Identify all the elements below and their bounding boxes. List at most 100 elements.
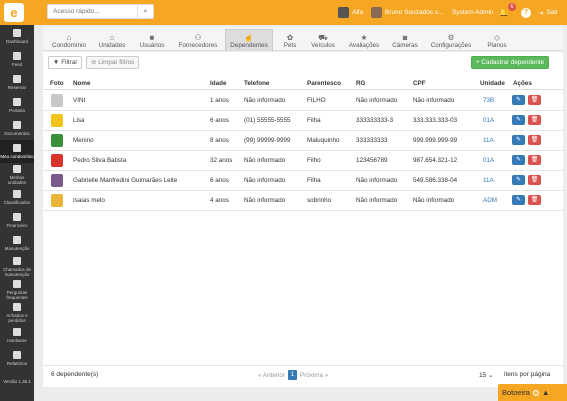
- tab-icon: ☝: [244, 33, 254, 42]
- edit-icon[interactable]: ✎: [512, 135, 525, 145]
- tab-5[interactable]: ✿ Pets: [279, 29, 301, 51]
- cell-nome: VINI: [73, 97, 86, 104]
- sidebar-item-label: Relatórios: [6, 361, 28, 366]
- tab-label: Avaliações: [348, 42, 380, 49]
- dependent-photo: [51, 174, 63, 187]
- cell-telefone: (99) 99999-9999: [244, 137, 291, 144]
- sidebar-item-label: Hardware: [7, 338, 27, 343]
- sidebar-item-15[interactable]: Versão 1.36.1: [0, 370, 34, 393]
- sidebar-item-7[interactable]: Classificados: [0, 186, 34, 209]
- sidebar-item-label: Dashboard: [5, 39, 28, 44]
- dependent-photo: [51, 94, 63, 107]
- next-page-button[interactable]: Próxima »: [300, 372, 328, 379]
- cell-rg: Não informado: [356, 177, 398, 184]
- tab-2[interactable]: ☻ Usuários: [135, 29, 169, 51]
- sidebar-item-9[interactable]: Manutenção: [0, 232, 34, 255]
- tab-9[interactable]: ⚙ Configurações: [428, 29, 474, 51]
- tab-icon: ⛟: [318, 33, 328, 42]
- sidebar-item-6[interactable]: Minhas unidades: [0, 163, 34, 186]
- tab-8[interactable]: ◙ Câmeras: [389, 29, 421, 51]
- clear-filters-button[interactable]: ⊘ Limpar filtros: [86, 56, 140, 69]
- table-header: Foto Nome Idade Telefone Parentesco RG CPF Unid…: [43, 77, 563, 90]
- sidebar-item-12[interactable]: Achados e perdidos: [0, 301, 34, 324]
- tab-icon: ⌂: [109, 33, 115, 42]
- sidebar-item-5[interactable]: Meu condomínio: [0, 140, 34, 163]
- sidebar-item-3[interactable]: Portaria: [0, 94, 34, 117]
- delete-icon[interactable]: 🗑: [528, 115, 541, 125]
- sidebar-item-label: Manutenção: [4, 246, 30, 251]
- current-page[interactable]: 1: [287, 370, 297, 380]
- cell-telefone: Não informado: [244, 197, 286, 204]
- sidebar-item-label: Chamados de manutenção: [2, 266, 32, 277]
- cell-unidade[interactable]: 11A: [483, 137, 494, 144]
- sidebar-item-1[interactable]: Feed: [0, 48, 34, 71]
- condo-switcher[interactable]: Alfa: [338, 6, 363, 19]
- delete-icon[interactable]: 🗑: [528, 195, 541, 205]
- sidebar-item-4[interactable]: Documentos: [0, 117, 34, 140]
- help-icon[interactable]: ?: [521, 6, 531, 19]
- delete-icon[interactable]: 🗑: [528, 135, 541, 145]
- edit-icon[interactable]: ✎: [512, 115, 525, 125]
- filter-button[interactable]: ▼ Filtrar: [48, 56, 83, 69]
- botoeira-button[interactable]: Botoeira ▲: [498, 384, 567, 401]
- quick-search-input[interactable]: [48, 5, 136, 18]
- user-avatar: [371, 7, 382, 18]
- sidebar-item-11[interactable]: Perguntas frequentes: [0, 278, 34, 301]
- cell-unidade[interactable]: 01A: [483, 157, 494, 164]
- sidebar-item-label: Documentos: [4, 131, 30, 136]
- tab-7[interactable]: ★ Avaliações: [345, 29, 383, 51]
- cell-parentesco: sobrinho: [307, 197, 332, 204]
- cell-rg: 123456789: [356, 157, 388, 164]
- tab-icon: ◇: [494, 33, 500, 42]
- sidebar-item-8[interactable]: Financeiro: [0, 209, 34, 232]
- sidebar-item-2[interactable]: Reservar: [0, 71, 34, 94]
- sidebar-item-label: Perguntas frequentes: [6, 289, 28, 300]
- edit-icon[interactable]: ✎: [512, 95, 525, 105]
- tab-10[interactable]: ◇ Planos: [481, 29, 513, 51]
- tab-icon: ⚙: [447, 33, 455, 42]
- user-menu[interactable]: Bruno Souzados s...: [371, 6, 444, 19]
- cell-unidade[interactable]: ADM: [483, 197, 497, 204]
- edit-icon[interactable]: ✎: [512, 175, 525, 185]
- add-dependent-button[interactable]: + Cadastrar dependente: [471, 56, 550, 69]
- delete-icon[interactable]: 🗑: [528, 95, 541, 105]
- cell-unidade[interactable]: 01A: [483, 117, 494, 124]
- tab-0[interactable]: ⌂ Condomínio: [49, 29, 89, 51]
- edit-icon[interactable]: ✎: [512, 195, 525, 205]
- cell-unidade[interactable]: 73B: [483, 97, 494, 104]
- delete-icon[interactable]: 🗑: [528, 175, 541, 185]
- logout-button[interactable]: ⇥ Sair: [538, 6, 558, 19]
- tab-4[interactable]: ☝ Dependentes: [225, 29, 273, 51]
- cell-idade: 6 anos: [210, 117, 229, 124]
- per-page-select[interactable]: 15 ⌄: [479, 371, 494, 379]
- column-header: Unidade: [480, 80, 505, 87]
- search-icon: ⌕: [143, 8, 148, 15]
- tab-6[interactable]: ⛟ Veículos: [307, 29, 339, 51]
- sidebar-item-label: Achados e perdidos: [6, 312, 28, 323]
- cell-parentesco: Filha: [307, 117, 321, 124]
- cell-unidade[interactable]: 11A: [483, 177, 494, 184]
- table-row: Isaias melo 4 anos Não informado sobrinho Nã…: [43, 191, 563, 211]
- tab-label: Condomínio: [52, 42, 86, 49]
- sidebar-item-10[interactable]: Chamados de manutenção: [0, 255, 34, 278]
- home-icon: [13, 164, 21, 173]
- delete-icon[interactable]: 🗑: [528, 155, 541, 165]
- column-header: Foto: [50, 80, 64, 87]
- app-logo[interactable]: e: [4, 3, 24, 22]
- sidebar-item-14[interactable]: Relatórios: [0, 347, 34, 370]
- dependent-photo: [51, 194, 63, 207]
- tab-3[interactable]: ⚇ Fornecedores: [176, 29, 220, 51]
- prev-page-button[interactable]: « Anterior: [258, 372, 285, 379]
- tab-1[interactable]: ⌂ Unidades: [95, 29, 129, 51]
- cell-rg: 333333333: [356, 137, 388, 144]
- sidebar-item-13[interactable]: Hardware: [0, 324, 34, 347]
- table-row: Pedro Silva Batista 32 anos Não informado F…: [43, 151, 563, 171]
- hardware-icon: [13, 328, 21, 336]
- sidebar-item-label: Portaria: [9, 108, 25, 113]
- search-button[interactable]: ⌕: [137, 5, 153, 18]
- edit-icon[interactable]: ✎: [512, 155, 525, 165]
- cell-rg: Não informado: [356, 197, 398, 204]
- cell-telefone: (01) 55555-5555: [244, 117, 291, 124]
- sidebar-item-0[interactable]: Dashboard: [0, 25, 34, 48]
- tab-label: Planos: [487, 42, 507, 49]
